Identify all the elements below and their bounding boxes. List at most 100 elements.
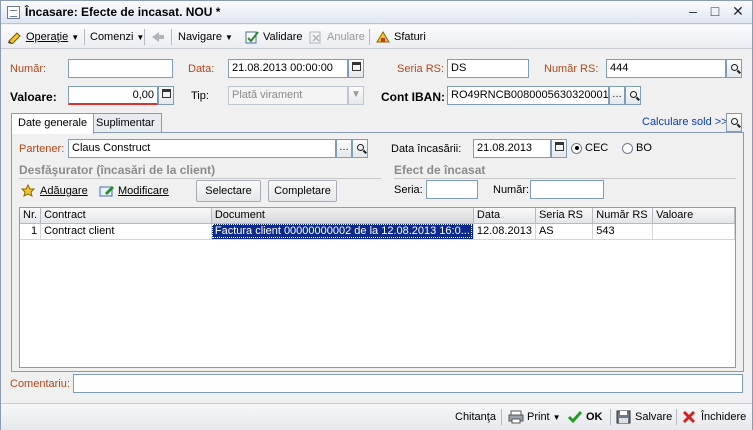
minimize-button[interactable]: – [684, 3, 702, 21]
toolbar: Operaţie ▼ Comenzi ▼ Navigare ▼ Validare An… [1, 25, 752, 49]
cec-radio[interactable]: CEC [571, 142, 608, 154]
navigare-label: Navigare [178, 31, 223, 43]
valoare-field[interactable]: 0,00 [68, 86, 158, 105]
salvare-button[interactable]: Salvare [616, 408, 672, 426]
numar-rs-field[interactable]: 444 [606, 59, 726, 78]
seria-rs-field[interactable]: DS [447, 59, 529, 78]
search-icon [730, 118, 738, 125]
column-header-document[interactable]: Document [211, 208, 474, 224]
pencil-icon [8, 32, 21, 45]
modificare-button[interactable]: Modificare [99, 181, 169, 201]
anulare-button[interactable]: Anulare [308, 27, 365, 47]
cell-seria-rs[interactable]: AS [535, 223, 594, 240]
bo-label: BO [636, 142, 652, 154]
table-row[interactable]: 1 Contract client Factura client 0000000… [20, 223, 735, 240]
chevron-down-icon: ▼ [351, 89, 361, 100]
incasare-window: Încasare: Efecte de incasat. NOU * – □ ✕… [0, 0, 753, 430]
cell-data[interactable]: 12.08.2013 [473, 223, 536, 240]
print-label: Print [527, 411, 550, 423]
maximize-button[interactable]: □ [706, 3, 724, 21]
ok-button[interactable]: OK [567, 408, 603, 426]
anulare-label: Anulare [327, 31, 365, 43]
seria-field[interactable] [426, 180, 478, 199]
operatie-menu[interactable]: Operaţie ▼ [7, 27, 79, 47]
data-incasarii-field[interactable]: 21.08.2013 [473, 139, 551, 158]
navigare-menu[interactable]: Navigare ▼ [178, 27, 233, 47]
navigate-back-button[interactable] [150, 27, 169, 47]
adaugare-button[interactable]: Adăugare [21, 181, 88, 201]
efect-numar-field[interactable] [530, 180, 604, 199]
search-icon [356, 144, 364, 151]
seria-label: Seria: [394, 184, 423, 196]
tab-date-generale[interactable]: Date generale [11, 113, 95, 134]
partener-browse-button[interactable]: … [336, 139, 352, 158]
column-header-numar-rs[interactable]: Număr RS [592, 208, 654, 224]
save-icon [616, 410, 631, 424]
partener-lookup-button[interactable] [352, 139, 368, 158]
efect-title: Efect de încasat [394, 163, 486, 177]
column-header-valoare[interactable]: Valoare [652, 208, 735, 224]
radio-unselected-icon [622, 142, 633, 154]
cell-contract[interactable]: Contract client [40, 223, 212, 240]
cell-nr[interactable]: 1 [20, 223, 42, 240]
sfaturi-button[interactable]: Sfaturi [375, 27, 426, 47]
calendar-button[interactable] [348, 59, 364, 78]
calculare-sold-link[interactable]: Calculare sold >> [642, 116, 728, 128]
partener-field[interactable]: Claus Construct [68, 139, 336, 158]
selectare-button[interactable]: Selectare [196, 180, 261, 202]
calculare-sold-lookup-button[interactable] [726, 113, 742, 132]
cell-document[interactable]: Factura client 00000000002 de la 12.08.2… [211, 223, 474, 240]
comentariu-field[interactable] [73, 374, 743, 393]
cont-iban-browse-button[interactable]: … [609, 86, 625, 105]
cell-valoare[interactable] [652, 223, 735, 240]
chitanta-button[interactable]: Chitanţa [455, 408, 496, 426]
calculator-button[interactable] [158, 86, 174, 105]
print-menu[interactable]: Print ▼ [508, 408, 561, 426]
data-incasarii-calendar-button[interactable] [551, 139, 567, 158]
column-header-nr[interactable]: Nr. [20, 208, 42, 224]
column-header-data[interactable]: Data [473, 208, 536, 224]
data-field[interactable]: 21.08.2013 00:00:00 [228, 59, 348, 78]
search-icon [629, 91, 637, 98]
arrow-left-icon [152, 32, 164, 43]
search-icon [730, 64, 738, 71]
divider [19, 178, 381, 179]
close-button[interactable]: ✕ [729, 3, 747, 21]
cec-label: CEC [585, 142, 609, 154]
radio-selected-icon [571, 142, 582, 154]
edit-icon [99, 186, 114, 197]
cell-numar-rs[interactable]: 543 [592, 223, 654, 240]
calendar-icon [554, 142, 564, 151]
divider [394, 178, 736, 179]
inchidere-button[interactable]: Închidere [682, 408, 746, 426]
column-header-contract[interactable]: Contract [40, 208, 212, 224]
comentariu-label: Comentariu: [10, 378, 70, 390]
bo-radio[interactable]: BO [622, 142, 652, 154]
calculator-icon [161, 89, 171, 98]
tip-dropdown-button[interactable]: ▼ [348, 86, 364, 105]
close-x-icon [682, 411, 696, 424]
tip-select[interactable]: Plată virament [228, 86, 348, 105]
desfasurator-grid[interactable]: Nr. Contract Document Data Seria RS Numă… [19, 207, 736, 368]
title-bar: Încasare: Efecte de incasat. NOU * – □ ✕ [1, 1, 752, 24]
column-header-seria-rs[interactable]: Seria RS [535, 208, 594, 224]
document-icon [7, 6, 20, 19]
modificare-label: Modificare [118, 185, 169, 197]
cont-iban-lookup-button[interactable] [625, 86, 641, 105]
seria-rs-label: Seria RS: [397, 63, 445, 75]
cont-iban-field[interactable]: RO49RNCB0080005630320001\ [447, 86, 609, 105]
tab-suplimentar[interactable]: Suplimentar [89, 113, 162, 133]
comenzi-label: Comenzi [90, 31, 134, 43]
salvare-label: Salvare [635, 411, 673, 423]
cont-iban-label: Cont IBAN: [381, 90, 445, 104]
data-incasarii-label: Data încasării: [391, 143, 462, 155]
numar-rs-lookup-button[interactable] [726, 59, 742, 78]
validare-button[interactable]: Validare [244, 27, 303, 47]
completare-button[interactable]: Completare [268, 180, 337, 202]
numar-field[interactable] [68, 59, 173, 78]
data-label: Data: [188, 63, 215, 75]
desfasurator-title: Desfăşurator (încasări de la client) [19, 163, 216, 177]
grid-header-row: Nr. Contract Document Data Seria RS Numă… [20, 208, 735, 224]
comenzi-menu[interactable]: Comenzi ▼ [90, 27, 144, 47]
ellipsis-icon: … [612, 89, 622, 100]
